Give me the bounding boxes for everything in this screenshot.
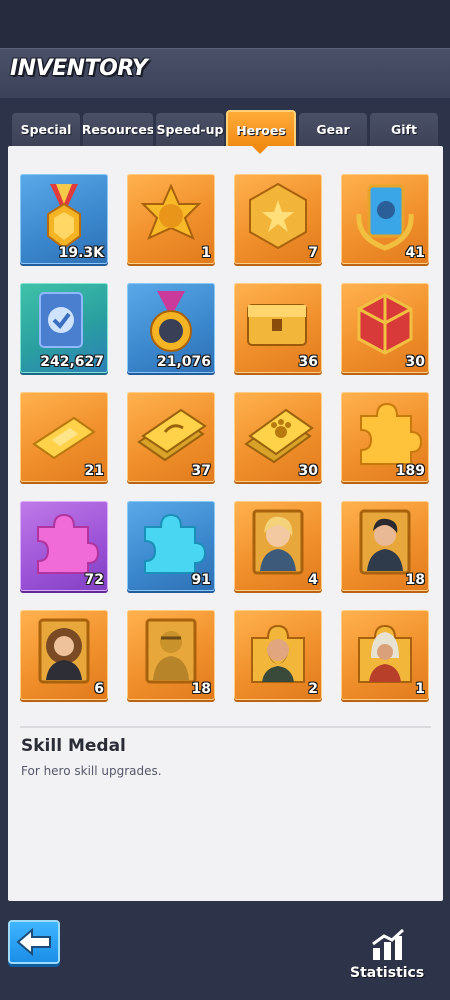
item-count: 189 (395, 463, 425, 479)
item-slot[interactable]: 72 (20, 501, 108, 591)
item-slot[interactable]: 4 (234, 501, 322, 591)
top-strip (0, 0, 450, 48)
inventory-panel: 19.3K 1 7 41 242,627 21,076 36 30 21 37 … (8, 146, 443, 901)
item-slot[interactable]: 21,076 (127, 283, 215, 373)
item-slot[interactable]: 30 (234, 392, 322, 482)
item-count: 21 (84, 463, 104, 479)
item-count: 7 (308, 245, 318, 261)
item-slot[interactable]: 91 (127, 501, 215, 591)
item-count: 37 (191, 463, 211, 479)
item-grid: 19.3K 1 7 41 242,627 21,076 36 30 21 37 … (20, 174, 430, 704)
item-slot[interactable]: 6 (20, 610, 108, 700)
item-slot[interactable]: 242,627 (20, 283, 108, 373)
bar-chart-icon (372, 928, 405, 960)
tab-heroes[interactable]: Heroes (226, 110, 296, 148)
left-arrow-icon (16, 927, 51, 957)
item-count: 72 (84, 572, 104, 588)
item-slot[interactable]: 7 (234, 174, 322, 264)
back-button[interactable] (8, 920, 60, 964)
item-count: 6 (94, 681, 104, 697)
page-title: INVENTORY (10, 56, 148, 81)
statistics-label: Statistics (350, 965, 425, 981)
item-slot-skill-medal[interactable]: 19.3K (20, 174, 108, 264)
item-slot[interactable]: 41 (341, 174, 429, 264)
tab-resources[interactable]: Resources (83, 113, 153, 146)
tab-bar: Special Resources Speed-up Heroes Gear G… (12, 110, 438, 148)
item-slot[interactable]: 18 (341, 501, 429, 591)
item-count: 41 (405, 245, 425, 261)
tab-special[interactable]: Special (12, 113, 80, 146)
item-count: 21,076 (156, 354, 211, 370)
item-slot[interactable]: 21 (20, 392, 108, 482)
item-count: 19.3K (58, 245, 104, 261)
item-count: 4 (308, 572, 318, 588)
item-count: 2 (308, 681, 318, 697)
item-slot[interactable]: 37 (127, 392, 215, 482)
selected-item-description: For hero skill upgrades. (21, 764, 162, 778)
selected-item-name: Skill Medal (21, 736, 126, 756)
item-slot[interactable]: 30 (341, 283, 429, 373)
item-count: 91 (191, 572, 211, 588)
tab-gift[interactable]: Gift (370, 113, 438, 146)
item-slot[interactable]: 18 (127, 610, 215, 700)
item-slot[interactable]: 2 (234, 610, 322, 700)
item-count: 242,627 (40, 354, 104, 370)
item-count: 18 (191, 681, 211, 697)
item-slot[interactable]: 189 (341, 392, 429, 482)
item-slot[interactable]: 36 (234, 283, 322, 373)
tab-gear[interactable]: Gear (299, 113, 367, 146)
active-tab-pointer (252, 146, 268, 154)
item-count: 36 (298, 354, 318, 370)
item-count: 30 (298, 463, 318, 479)
item-slot[interactable]: 1 (341, 610, 429, 700)
tab-speed-up[interactable]: Speed-up (156, 113, 224, 146)
item-slot[interactable]: 1 (127, 174, 215, 264)
item-count: 18 (405, 572, 425, 588)
divider (20, 726, 431, 728)
item-count: 1 (201, 245, 211, 261)
item-count: 30 (405, 354, 425, 370)
item-count: 1 (415, 681, 425, 697)
